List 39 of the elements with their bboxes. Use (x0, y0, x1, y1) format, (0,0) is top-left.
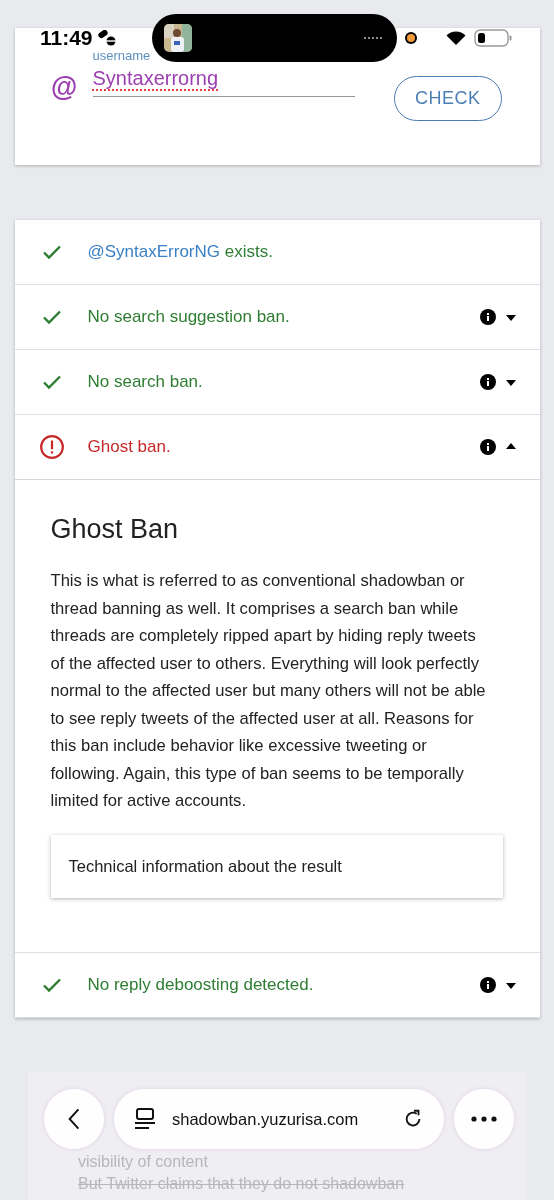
result-text: @SyntaxErrorNG exists. (87, 242, 274, 262)
status-time: 11:49 (40, 26, 93, 50)
error-icon (38, 434, 65, 460)
recording-dot-icon (403, 31, 418, 45)
result-row[interactable]: Ghost ban. (14, 415, 540, 480)
detail-paragraph: This is what is referred to as conventional shadowban or thread banning as well. It comprises a search ban while threads are completely ripped apart by hiding reply tweets of the affected user to others. Everything will look perfectly normal to the affected user but many others will not be able to see reply tweets of the affected user at all. Reasons for this ban include behavior like excessive tweeting or following. Again, this type of ban seems to be temporally limited for active accounts. (50, 570, 487, 812)
dots-icon (363, 36, 385, 40)
result-row[interactable]: No search suggestion ban. (14, 285, 540, 350)
info-icon[interactable] (479, 374, 496, 390)
result-text: Ghost ban. (87, 437, 172, 457)
caret-icon[interactable] (505, 982, 516, 989)
detail-title: Ghost Ban (50, 514, 180, 545)
technical-info-panel[interactable]: Technical information about the result (50, 834, 503, 898)
result-text: No reply deboosting detected. (87, 974, 315, 995)
username-field[interactable]: Syntaxerrorng (92, 65, 355, 97)
field-label: username (92, 48, 151, 63)
at-sign: @ (50, 72, 78, 103)
wifi-icon (445, 30, 466, 46)
faded-text: But Twitter claims that they do not shadowban (78, 1174, 406, 1193)
check-button[interactable]: CHECK (394, 76, 502, 121)
result-row[interactable]: @SyntaxErrorNG exists. (14, 220, 540, 285)
result-row[interactable]: No search ban. (14, 350, 540, 415)
result-text: No search ban. (87, 372, 204, 392)
caret-icon[interactable] (505, 443, 516, 449)
address-bar[interactable]: shadowban.yuzurisa.com (114, 1089, 444, 1149)
field-value: Syntaxerrorng (92, 67, 220, 90)
info-icon[interactable] (479, 976, 496, 993)
caret-icon[interactable] (505, 315, 516, 321)
info-icon[interactable] (479, 309, 496, 325)
battery-icon (473, 29, 512, 47)
back-icon (67, 1107, 81, 1131)
result-row[interactable]: No reply deboosting detected. (14, 952, 540, 1018)
more-icon (471, 1116, 497, 1122)
info-icon[interactable] (479, 439, 496, 455)
url-text: shadowban.yuzurisa.com (172, 1109, 360, 1129)
result-text: No search suggestion ban. (87, 307, 291, 327)
faded-text: visibility of content (78, 1152, 209, 1171)
caret-icon[interactable] (505, 380, 516, 386)
tabs-icon[interactable] (134, 1107, 156, 1131)
